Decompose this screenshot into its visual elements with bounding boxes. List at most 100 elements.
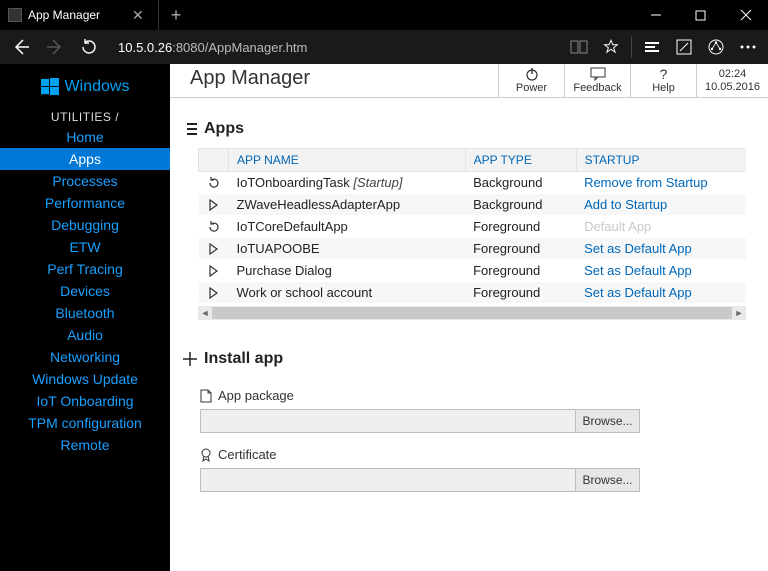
new-tab-button[interactable]: + [159,5,194,26]
certificate-text[interactable] [201,469,575,491]
sidebar-item-bluetooth[interactable]: Bluetooth [0,302,170,324]
sidebar-item-processes[interactable]: Processes [0,170,170,192]
app-package-text[interactable] [201,410,575,432]
startup-action[interactable]: Set as Default App [576,260,746,282]
plus-icon [182,351,198,367]
sidebar-item-remote[interactable]: Remote [0,434,170,456]
scroll-right-arrow[interactable]: ► [732,306,746,320]
clock-date: 10.05.2016 [705,81,760,93]
share-icon[interactable] [700,30,732,64]
app-type-cell: Foreground [465,238,576,260]
hub-icon[interactable] [636,30,668,64]
table-row: IoTCoreDefaultAppForegroundDefault App [199,216,747,238]
sidebar-item-devices[interactable]: Devices [0,280,170,302]
app-name-cell: IoTUAPOOBE [229,238,466,260]
sidebar-item-debugging[interactable]: Debugging [0,214,170,236]
startup-action[interactable]: Remove from Startup [576,172,746,194]
feedback-icon [590,67,606,81]
url-host: 10.5.0.26 [118,40,172,55]
sidebar-item-windows-update[interactable]: Windows Update [0,368,170,390]
url-path: :8080/AppManager.htm [172,40,307,55]
brand-label: Windows [65,78,130,96]
forward-button[interactable] [38,30,72,64]
sidebar-item-apps[interactable]: Apps [0,148,170,170]
app-type-cell: Background [465,194,576,216]
clock: 02:24 10.05.2016 [696,64,768,97]
list-icon [182,121,198,137]
certificate-input[interactable]: Browse... [200,468,640,492]
main: App Manager Power Feedback ? Help 02:24 … [170,64,768,571]
app-name-cell: IoTCoreDefaultApp [229,216,466,238]
app-type-cell: Background [465,172,576,194]
play-icon[interactable] [199,260,229,282]
window-close-button[interactable] [723,0,768,30]
play-icon[interactable] [199,282,229,304]
feedback-button[interactable]: Feedback [564,64,630,97]
tab-close-icon[interactable]: ✕ [128,7,148,24]
titlebar: App Manager ✕ + [0,0,768,30]
play-icon[interactable] [199,238,229,260]
power-button[interactable]: Power [498,64,564,97]
brand: Windows [0,72,170,106]
startup-action[interactable]: Add to Startup [576,194,746,216]
back-button[interactable] [4,30,38,64]
sidebar-category: UTILITIES / [0,110,170,124]
scroll-thumb[interactable] [212,307,732,319]
app-type-cell: Foreground [465,282,576,304]
divider [631,36,632,58]
browser-tab[interactable]: App Manager ✕ [0,0,159,30]
col-icon[interactable] [199,149,229,172]
app-name-cell: Work or school account [229,282,466,304]
sidebar-item-etw[interactable]: ETW [0,236,170,258]
help-icon: ? [660,67,668,81]
sidebar: Windows UTILITIES / HomeAppsProcessesPer… [0,64,170,571]
refresh-icon[interactable] [199,216,229,238]
app-package-label: App package [200,388,768,403]
certificate-icon [200,448,212,462]
scroll-left-arrow[interactable]: ◄ [198,306,212,320]
address-bar: 10.5.0.26:8080/AppManager.htm [0,30,768,64]
app-package-browse-button[interactable]: Browse... [575,410,639,432]
sidebar-item-networking[interactable]: Networking [0,346,170,368]
startup-action: Default App [576,216,746,238]
sidebar-item-audio[interactable]: Audio [0,324,170,346]
play-icon[interactable] [199,194,229,216]
startup-action[interactable]: Set as Default App [576,282,746,304]
app-type-cell: Foreground [465,216,576,238]
col-app-type[interactable]: APP TYPE [465,149,576,172]
favorite-icon[interactable] [595,30,627,64]
section-apps-header: Apps [178,112,768,144]
refresh-icon[interactable] [199,172,229,194]
startup-action[interactable]: Set as Default App [576,238,746,260]
table-horizontal-scrollbar[interactable]: ◄ ► [198,306,746,320]
clock-time: 02:24 [719,68,747,80]
more-icon[interactable] [732,30,764,64]
sidebar-item-home[interactable]: Home [0,126,170,148]
certificate-browse-button[interactable]: Browse... [575,469,639,491]
window-minimize-button[interactable] [633,0,678,30]
power-icon [525,67,539,81]
refresh-button[interactable] [72,30,106,64]
sidebar-item-perf-tracing[interactable]: Perf Tracing [0,258,170,280]
file-icon [200,389,212,403]
reading-view-icon[interactable] [563,30,595,64]
page-title: App Manager [170,64,498,97]
apps-table-wrap: APP NAME APP TYPE STARTUP IoTOnboardingT… [198,148,746,320]
sidebar-item-tpm-configuration[interactable]: TPM configuration [0,412,170,434]
col-app-name[interactable]: APP NAME [229,149,466,172]
section-install-header: Install app [178,342,768,374]
table-row: IoTOnboardingTask [Startup]BackgroundRem… [199,172,747,194]
table-row: Purchase DialogForegroundSet as Default … [199,260,747,282]
tab-title: App Manager [28,8,128,22]
help-button[interactable]: ? Help [630,64,696,97]
col-startup[interactable]: STARTUP [576,149,746,172]
webnote-icon[interactable] [668,30,700,64]
url-field[interactable]: 10.5.0.26:8080/AppManager.htm [106,40,563,55]
app-header: App Manager Power Feedback ? Help 02:24 … [170,64,768,98]
certificate-label: Certificate [200,447,768,462]
app-name-cell: IoTOnboardingTask [Startup] [229,172,466,194]
sidebar-item-performance[interactable]: Performance [0,192,170,214]
sidebar-item-iot-onboarding[interactable]: IoT Onboarding [0,390,170,412]
window-maximize-button[interactable] [678,0,723,30]
app-package-input[interactable]: Browse... [200,409,640,433]
